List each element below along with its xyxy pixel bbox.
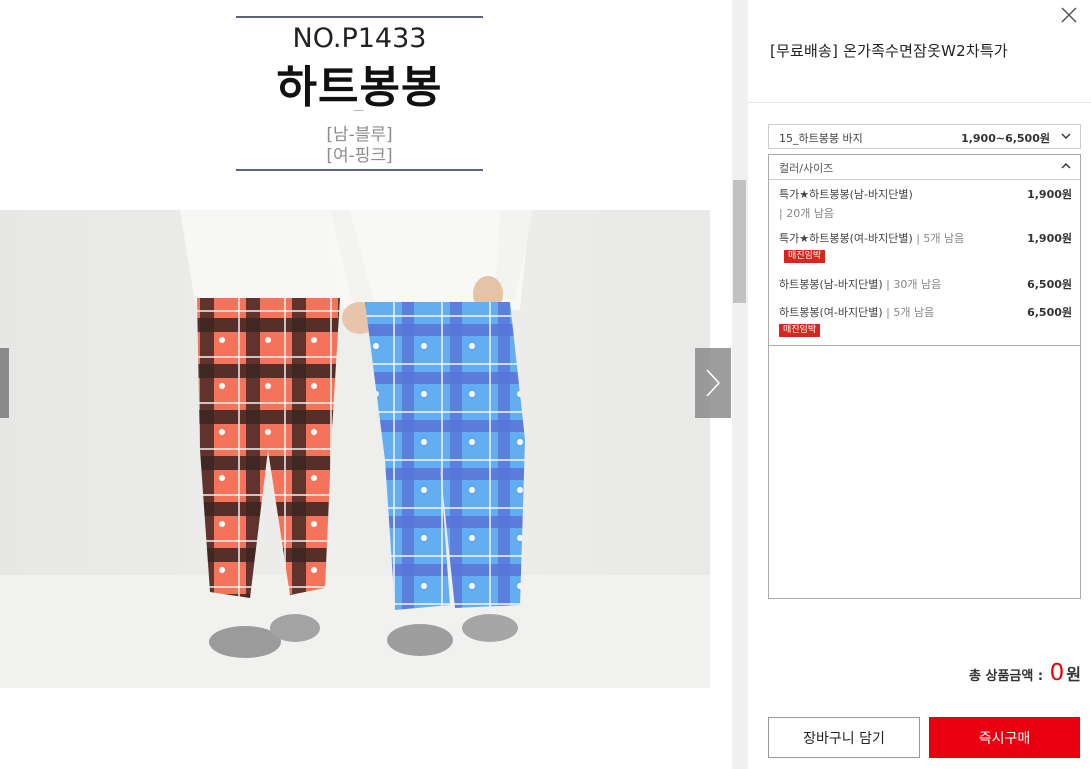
chevron-right-icon	[706, 369, 721, 397]
option-item-price: 6,500원	[1027, 278, 1072, 291]
option-item-stock: | 20개 남음	[779, 207, 835, 220]
selected-options-area	[768, 346, 1081, 599]
purchase-panel: [무료배송] 온가족수면잠옷W2차특가 15_하트봉봉 바지 1,900~6,5…	[748, 0, 1091, 769]
panel-divider	[748, 102, 1091, 103]
close-button[interactable]	[1059, 5, 1079, 25]
option-item[interactable]: 하트봉봉(여-바지단별) | 5개 남음 6,500원 매진임박	[769, 298, 1080, 344]
next-image-button[interactable]	[695, 348, 731, 418]
total-price-value: 0	[1049, 660, 1065, 686]
soldout-soon-badge: 매진임박	[779, 324, 821, 337]
panel-product-title: [무료배송] 온가족수면잠옷W2차특가	[770, 42, 1008, 60]
total-price: 총 상품금액 : 0원	[969, 660, 1081, 686]
add-to-cart-button[interactable]: 장바구니 담기	[768, 717, 920, 758]
option-item-price: 1,900원	[1027, 232, 1072, 245]
option-select[interactable]: 15_하트봉봉 바지 1,900~6,500원	[768, 124, 1081, 149]
chevron-up-icon	[1061, 163, 1071, 169]
option-item-price: 6,500원	[1027, 306, 1072, 319]
option-item-stock: | 5개 남음	[886, 306, 935, 319]
option-item-stock: | 30개 남음	[886, 278, 942, 291]
product-photo	[0, 210, 710, 688]
option-item[interactable]: 특가★하트봉봉(여-바지단별) | 5개 남음 1,900원 매진임박	[769, 224, 1080, 270]
variant-female: [여-핑크]	[326, 146, 393, 166]
total-price-label: 총 상품금액 :	[969, 669, 1044, 684]
buy-now-button[interactable]: 즉시구매	[929, 717, 1080, 758]
option-item-stock: | 5개 남음	[916, 232, 965, 245]
product-name: 하트봉봉	[276, 62, 443, 113]
soldout-soon-badge: 매진임박	[784, 250, 826, 263]
product-title-box: NO.P1433 하트봉봉 [남-블루] [여-핑크]	[236, 16, 483, 171]
option-item-name: 특가★하트봉봉(여-바지단별)	[779, 232, 913, 245]
option-price-range: 1,900~6,500원	[961, 132, 1050, 145]
scrollbar-thumb[interactable]	[733, 180, 746, 303]
product-detail-area: NO.P1433 하트봉봉 [남-블루] [여-핑크]	[0, 0, 732, 769]
product-number: NO.P1433	[292, 23, 427, 54]
total-price-unit: 원	[1066, 665, 1081, 684]
color-size-dropdown: 컬러/사이즈 특가★하트봉봉(남-바지단별) 1,900원 | 20개 남음 특…	[768, 154, 1081, 346]
title-divider	[354, 110, 364, 111]
option-select-label: 15_하트봉봉 바지	[779, 132, 863, 145]
option-item[interactable]: 특가★하트봉봉(남-바지단별) 1,900원 | 20개 남음	[769, 180, 1080, 224]
option-item-name: 특가★하트봉봉(남-바지단별)	[779, 188, 913, 201]
dropdown-header[interactable]: 컬러/사이즈	[769, 155, 1080, 180]
dropdown-header-label: 컬러/사이즈	[779, 162, 834, 175]
close-icon	[1061, 7, 1077, 23]
option-item-price: 1,900원	[1027, 188, 1072, 201]
option-item[interactable]: 하트봉봉(남-바지단별) | 30개 남음 6,500원	[769, 270, 1080, 298]
prev-image-button[interactable]	[0, 348, 9, 418]
option-item-name: 하트봉봉(여-바지단별)	[779, 306, 883, 319]
option-item-name: 하트봉봉(남-바지단별)	[779, 278, 883, 291]
chevron-down-icon	[1061, 133, 1071, 139]
scrollbar-track[interactable]	[732, 0, 748, 769]
